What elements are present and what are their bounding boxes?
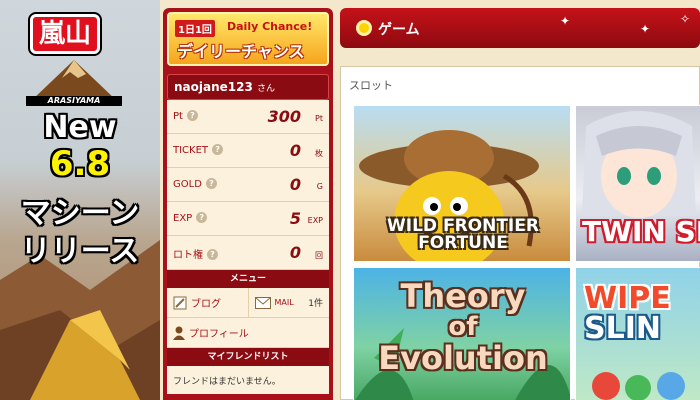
mail-count: 1件	[308, 299, 323, 309]
stat-value: 5	[289, 209, 301, 228]
help-icon[interactable]: ?	[196, 212, 208, 223]
help-icon[interactable]: ?	[205, 178, 217, 189]
stat-unit: Pt	[315, 114, 323, 123]
mail-link[interactable]: MAIL 1件	[247, 288, 330, 317]
stat-label: TICKET	[173, 145, 209, 156]
username: naojane123	[174, 80, 253, 94]
stat-unit: 枚	[315, 149, 323, 158]
game-tile-wild-frontier[interactable]: WILD FRONTIER FORTUNE	[353, 105, 571, 262]
friend-list-title: マイフレンドリスト	[167, 348, 329, 366]
user-name-bar[interactable]: naojane123 さん	[167, 74, 329, 100]
blog-link[interactable]: ブログ	[167, 288, 248, 317]
promo-version: 6.8	[49, 144, 111, 184]
sparkle-icon: ✦	[560, 14, 571, 28]
stat-label: Pt	[173, 111, 183, 122]
game-title: WILD FRONTIER FORTUNE	[387, 216, 539, 253]
stat-row-exp: EXP? 5 EXP	[167, 202, 329, 236]
friend-list-empty: フレンドはまだいません。	[167, 366, 329, 394]
game-section-header: ゲーム ✦ ✦ ✧	[340, 8, 700, 48]
stat-label: EXP	[173, 213, 193, 224]
pencil-icon	[173, 296, 187, 309]
stat-row-gold: GOLD? 0 G	[167, 168, 329, 202]
person-icon	[173, 326, 185, 340]
game-tile-wipe-slime[interactable]: WIPE SLIN	[575, 267, 700, 400]
help-icon[interactable]: ?	[207, 249, 218, 260]
promo-release-text: リリース	[20, 234, 140, 269]
sparkle-icon: ✧	[680, 12, 691, 26]
brand-name: ARASIYAMA	[26, 96, 122, 106]
coin-icon	[356, 20, 372, 36]
user-panel: 1日1回 Daily Chance! デイリーチャンス naojane123 さ…	[163, 8, 333, 400]
arashiyama-logo: 嵐山	[30, 14, 101, 54]
blog-label: ブログ	[191, 299, 221, 310]
stat-value: 0	[289, 175, 301, 194]
stat-row-ticket: TICKET? 0 枚	[167, 134, 329, 168]
stat-unit: G	[316, 182, 323, 191]
help-icon[interactable]: ?	[186, 110, 198, 121]
menu-row-2: プロフィール	[167, 318, 329, 348]
daily-badge: 1日1回	[175, 20, 215, 37]
daily-japanese-title: デイリーチャンス	[177, 42, 305, 61]
game-tile-twin-sis[interactable]: TWIN SIS	[575, 105, 700, 262]
honorific: さん	[257, 84, 276, 94]
envelope-icon	[254, 296, 271, 309]
menu-row-1: ブログ MAIL 1件	[167, 288, 329, 318]
main-content: ゲーム ✦ ✦ ✧ スロット WILD FRONTIER FORTUNE TWI…	[340, 8, 700, 400]
game-section-title: ゲーム	[378, 22, 420, 38]
profile-label: プロフィール	[189, 329, 249, 340]
game-title: WIPE SLIN	[584, 281, 671, 346]
sparkle-icon: ✦	[640, 22, 651, 36]
stat-value: 0	[289, 243, 301, 262]
stat-label: GOLD	[173, 179, 202, 190]
stat-row-pt: Pt? 300 Pt	[167, 100, 329, 134]
profile-link[interactable]: プロフィール	[167, 318, 329, 347]
promo-banner[interactable]: 嵐山 ARASIYAMA New 6.8 マシーン リリース	[0, 0, 160, 400]
game-tile-theory-of-evolution[interactable]: Theory of Evolution	[353, 267, 571, 400]
promo-new-text: New	[43, 110, 117, 145]
daily-english-title: Daily Chance!	[227, 20, 313, 33]
stat-unit: EXP	[307, 216, 323, 225]
daily-chance-banner[interactable]: 1日1回 Daily Chance! デイリーチャンス	[167, 12, 329, 66]
menu-section-title: メニュー	[167, 270, 329, 288]
help-icon[interactable]: ?	[212, 144, 224, 155]
stat-unit: 回	[315, 251, 323, 260]
stat-value: 300	[267, 107, 301, 126]
stat-row-loto: ロト権? 0 回	[167, 236, 329, 270]
stat-value: 0	[289, 141, 301, 160]
slot-game-list: スロット WILD FRONTIER FORTUNE TWIN S Theory…	[340, 66, 700, 400]
category-label: スロット	[349, 79, 393, 92]
game-title: TWIN SIS	[582, 215, 700, 248]
mail-label: MAIL	[274, 298, 294, 307]
stat-label: ロト権	[173, 250, 203, 261]
game-title: Theory of Evolution	[378, 277, 548, 377]
